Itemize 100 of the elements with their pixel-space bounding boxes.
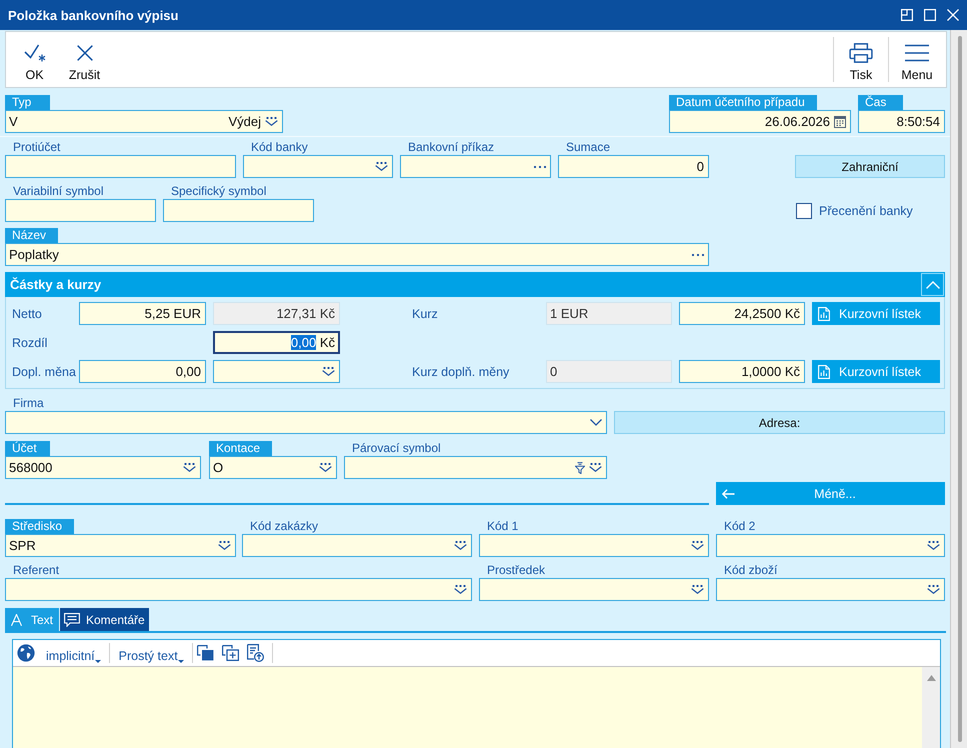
- dropdown-icon[interactable]: [265, 117, 278, 126]
- field-label: Bankovní příkaz: [407, 140, 494, 155]
- number-field[interactable]: 0: [558, 155, 709, 178]
- cancel-icon: [76, 43, 92, 63]
- toolbar-button[interactable]: Zrušit: [62, 32, 107, 87]
- number-field[interactable]: 1,0000 Kč: [679, 360, 805, 383]
- field-label: Kód 1: [486, 519, 518, 534]
- dropdown-icon[interactable]: [454, 541, 467, 550]
- number-field[interactable]: 24,2500 Kč: [679, 302, 805, 325]
- chevron-down-icon[interactable]: [590, 419, 602, 426]
- field-label: Protiúčet: [12, 140, 60, 155]
- field-label: Kód zboží: [723, 563, 778, 578]
- checkbox-label[interactable]: Přecenění banky: [819, 204, 913, 218]
- field-label: Kontace: [209, 441, 272, 456]
- combo-field[interactable]: [5, 411, 607, 434]
- field-label: Kód banky: [250, 140, 308, 155]
- maximize-icon[interactable]: [924, 9, 936, 21]
- dropdown-icon[interactable]: [691, 585, 704, 594]
- field-label: Párovací symbol: [351, 441, 441, 456]
- form-button[interactable]: Adresa:: [614, 411, 945, 434]
- field-label: Kurz: [412, 306, 439, 320]
- dropdown-field[interactable]: [716, 534, 945, 557]
- layout-icon[interactable]: [901, 9, 913, 21]
- dropdown-icon[interactable]: [927, 585, 940, 594]
- dropdown-field[interactable]: [479, 578, 709, 601]
- dropdown-field[interactable]: [344, 456, 607, 479]
- filter-icon[interactable]: [575, 462, 585, 474]
- dropdown-field[interactable]: [243, 155, 393, 178]
- dropdown-field[interactable]: [242, 534, 472, 557]
- window-title: Položka bankovního výpisu: [7, 8, 180, 22]
- caret-icon: [178, 660, 184, 663]
- toolbar-button[interactable]: OK: [18, 32, 51, 87]
- field-label: Rozdíl: [12, 336, 48, 350]
- toolbar-button[interactable]: Tisk: [834, 32, 888, 87]
- form-button[interactable]: Zahraniční: [795, 155, 945, 178]
- arrow-left-icon: [722, 488, 735, 498]
- date-field[interactable]: 26.06.2026: [669, 110, 851, 133]
- dropdown-field[interactable]: O: [209, 456, 337, 479]
- dropdown-icon[interactable]: [183, 463, 196, 472]
- time-field[interactable]: 8:50:54: [858, 110, 945, 133]
- field-label: Prostředek: [486, 563, 546, 578]
- number-field[interactable]: 0,00 Kč: [213, 331, 340, 354]
- field-label: Kód 2: [723, 519, 756, 534]
- toolbar-button[interactable]: Menu: [889, 32, 945, 87]
- caret-icon: [94, 660, 101, 663]
- lookup-field[interactable]: Poplatky: [5, 243, 709, 266]
- field-label: Středisko: [5, 519, 74, 534]
- comment-icon: [64, 612, 80, 626]
- field-label: Datum účetního případu: [669, 95, 817, 110]
- document-upload-icon[interactable]: [246, 644, 264, 662]
- field-label: Typ: [5, 95, 50, 110]
- field-label: Čas: [858, 95, 903, 110]
- dropdown-field[interactable]: SPR: [5, 534, 236, 557]
- dropdown-icon[interactable]: [319, 463, 332, 472]
- globe-icon[interactable]: [17, 644, 35, 662]
- add-copy-icon[interactable]: [222, 645, 239, 661]
- text-field[interactable]: 1 EUR: [546, 302, 672, 325]
- chart-document-icon: [818, 306, 830, 320]
- font-icon: [11, 614, 22, 626]
- dropdown-icon[interactable]: [927, 541, 940, 550]
- dropdown-field[interactable]: [213, 360, 340, 383]
- text-field[interactable]: 0: [546, 360, 672, 383]
- dropdown-icon[interactable]: [375, 162, 388, 171]
- dropdown-icon[interactable]: [322, 367, 335, 376]
- collapse-button[interactable]: [921, 273, 944, 296]
- field-label: Kurz doplň. měny: [412, 364, 510, 378]
- language-dropdown[interactable]: implicitní: [46, 643, 101, 663]
- copy-icon[interactable]: [196, 645, 214, 661]
- number-field[interactable]: 0,00: [79, 360, 206, 383]
- check-icon: [24, 43, 46, 63]
- chevron-up-icon: [926, 280, 940, 288]
- field-label: Účet: [5, 441, 50, 456]
- dropdown-icon[interactable]: [691, 541, 704, 550]
- dropdown-icon[interactable]: [218, 541, 231, 550]
- dropdown-field[interactable]: [479, 534, 709, 557]
- dropdown-field[interactable]: V Výdej: [5, 110, 283, 133]
- format-dropdown[interactable]: Prostý text: [118, 643, 184, 663]
- text-field[interactable]: [163, 199, 314, 222]
- dropdown-field[interactable]: 568000: [5, 456, 201, 479]
- text-field[interactable]: [5, 155, 236, 178]
- lookup-field[interactable]: [400, 155, 551, 178]
- field-label: Firma: [12, 396, 44, 411]
- calendar-icon[interactable]: [834, 116, 846, 128]
- number-field[interactable]: 5,25 EUR: [79, 302, 206, 325]
- menu-icon: [905, 43, 929, 63]
- field-label: Referent: [12, 563, 60, 578]
- dropdown-icon[interactable]: [589, 463, 602, 472]
- field-label: Název: [5, 228, 58, 243]
- field-label: Kód zakázky: [249, 519, 318, 534]
- dropdown-field[interactable]: [5, 578, 472, 601]
- section-title: Částky a kurzy: [9, 277, 102, 292]
- close-icon[interactable]: [947, 9, 959, 21]
- scrollbar-thumb[interactable]: [958, 36, 962, 742]
- tab[interactable]: Komentáře: [60, 608, 149, 631]
- dropdown-icon[interactable]: [454, 585, 467, 594]
- checkbox[interactable]: [796, 202, 812, 218]
- text-field[interactable]: [5, 199, 156, 222]
- number-field[interactable]: 127,31 Kč: [213, 302, 340, 325]
- chart-document-icon: [818, 364, 830, 378]
- dropdown-field[interactable]: [716, 578, 945, 601]
